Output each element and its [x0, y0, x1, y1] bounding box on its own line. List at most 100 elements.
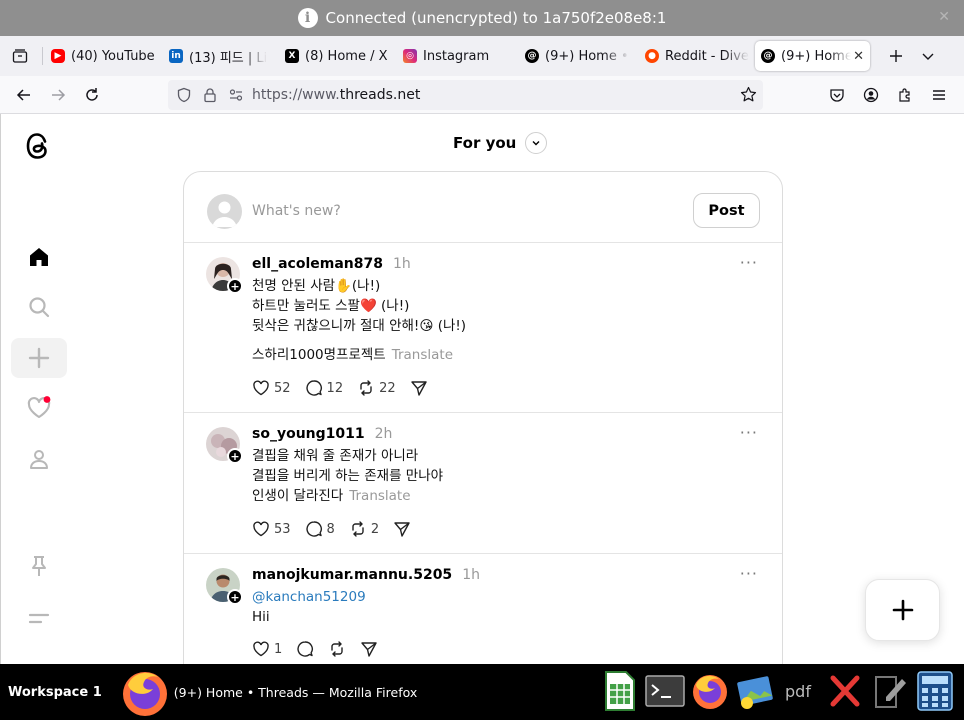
workspace-label[interactable]: Workspace 1: [8, 685, 102, 700]
list-all-tabs-button[interactable]: [912, 40, 944, 72]
shield-icon: [177, 87, 191, 103]
sidebar-item-home[interactable]: [11, 237, 67, 277]
floating-create-button[interactable]: [865, 579, 940, 641]
more-options-icon[interactable]: ···: [740, 564, 758, 583]
like-button[interactable]: 53: [252, 520, 291, 538]
repost-icon: [352, 521, 364, 537]
tab-linkedin[interactable]: in (13) 피드 | Li: [163, 41, 279, 71]
tab-threads[interactable]: @ (9+) Home •: [519, 41, 639, 71]
tab-threads-active[interactable]: @ (9+) Home ✕: [755, 41, 870, 71]
translate-link[interactable]: Translate: [392, 347, 453, 363]
feed-switcher[interactable]: For you: [453, 132, 548, 154]
repost-button[interactable]: [328, 640, 346, 658]
extensions-button[interactable]: [888, 78, 922, 112]
more-options-icon[interactable]: ···: [740, 253, 758, 272]
sidebar-item-create[interactable]: [11, 338, 67, 378]
threads-logo-icon: [26, 133, 47, 159]
svg-text:pdf: pdf: [785, 682, 811, 701]
firefox-app-icon[interactable]: [689, 667, 731, 715]
account-button[interactable]: [854, 78, 888, 112]
repost-button[interactable]: 22: [357, 379, 396, 397]
post-username[interactable]: manojkumar.mannu.5205 1h: [252, 567, 480, 583]
post-item: + so_young1011 2h ··· 결핍을 채워 줄 존재가 아니라 결핍…: [184, 413, 782, 554]
url-text: https://www.threads.net: [252, 87, 420, 103]
sidebar-item-pinned[interactable]: [11, 546, 67, 586]
post-line: 결핍을 버리게 하는 존재를 만나야: [252, 468, 444, 484]
composer: What's new? Post: [184, 172, 782, 243]
share-button[interactable]: [360, 640, 378, 658]
hamburger-icon: [933, 90, 945, 100]
profile-icon: [30, 450, 48, 469]
post-time: 1h: [462, 567, 480, 583]
more-options-icon[interactable]: ···: [740, 423, 758, 442]
translate-link[interactable]: Translate: [349, 488, 410, 504]
follow-plus-icon[interactable]: +: [227, 278, 243, 294]
post-button[interactable]: Post: [693, 193, 760, 228]
post-actions: 52 12 22: [252, 379, 442, 397]
repost-button[interactable]: 2: [349, 520, 379, 538]
sidebar-item-profile[interactable]: [11, 439, 67, 479]
reload-icon: [86, 87, 98, 101]
text-editor-app-icon[interactable]: [869, 667, 911, 715]
post-time: 2h: [374, 426, 393, 442]
tab-close-icon[interactable]: ✕: [853, 49, 864, 64]
notification-close-button[interactable]: ✕: [938, 9, 950, 25]
post-username[interactable]: so_young1011 2h: [252, 426, 392, 442]
sidebar-item-search[interactable]: [11, 287, 67, 327]
follow-plus-icon[interactable]: +: [227, 589, 243, 605]
tab-youtube[interactable]: ▶ (40) YouTube: [45, 41, 163, 71]
comment-button[interactable]: [296, 640, 314, 658]
username-text: ell_acoleman878: [252, 256, 383, 272]
post-actions: 1: [252, 640, 392, 658]
post-item: + ell_acoleman878 1h ··· 천명 안된 사람✋(나!) 하트…: [184, 243, 782, 413]
like-button[interactable]: 1: [252, 640, 282, 658]
forward-button[interactable]: [41, 78, 75, 112]
post-username[interactable]: ell_acoleman878 1h: [252, 256, 411, 272]
bookmark-star-button[interactable]: [740, 86, 757, 107]
chevron-down-icon[interactable]: [525, 132, 548, 154]
follow-plus-icon[interactable]: +: [227, 448, 243, 464]
active-window-title[interactable]: (9+) Home • Threads — Mozilla Firefox: [174, 685, 417, 700]
calculator-app-icon[interactable]: [914, 667, 956, 715]
pocket-button[interactable]: [820, 78, 854, 112]
like-button[interactable]: 52: [252, 379, 291, 397]
terminal-app-icon[interactable]: [644, 667, 686, 715]
navigation-toolbar: https://www.threads.net: [0, 76, 964, 114]
account-icon: [863, 87, 879, 103]
tab-x[interactable]: X (8) Home / X: [279, 41, 397, 71]
pdf-app-icon[interactable]: pdf: [779, 667, 821, 715]
threads-logo[interactable]: [23, 130, 53, 166]
toolbar-right: [820, 78, 956, 112]
new-tab-button[interactable]: [880, 40, 912, 72]
sidebar-item-more[interactable]: [11, 598, 67, 638]
firefox-taskbar-icon[interactable]: [120, 667, 170, 717]
like-count: 53: [274, 521, 291, 537]
post-body: 천명 안된 사람✋(나!) 하트만 눌러도 스팔❤️ (나!) 뒷삭은 귀찮으니…: [252, 276, 466, 365]
tab-bar: ▶ (40) YouTube in (13) 피드 | Li X (8) Hom…: [0, 36, 964, 76]
tab-overview-button[interactable]: [0, 36, 40, 76]
send-icon: [410, 381, 427, 396]
reload-button[interactable]: [75, 78, 109, 112]
share-button[interactable]: [410, 379, 428, 397]
comment-button[interactable]: 8: [305, 520, 335, 538]
comment-button[interactable]: 12: [305, 379, 343, 397]
back-button[interactable]: [7, 78, 41, 112]
menu-button[interactable]: [922, 78, 956, 112]
post-line: 천명 안된 사람✋(나!): [252, 278, 381, 294]
post-tag-line: 스하리1000명프로젝트: [252, 347, 386, 363]
comment-icon: [297, 641, 314, 657]
url-bar[interactable]: https://www.threads.net: [168, 80, 763, 110]
share-button[interactable]: [393, 520, 411, 538]
repost-icon: [360, 380, 372, 396]
spreadsheet-app-icon[interactable]: [599, 667, 641, 715]
mention-link[interactable]: @kanchan51209: [252, 587, 366, 607]
sidebar-item-activity[interactable]: [11, 388, 67, 428]
chevron-down-icon: [922, 53, 934, 60]
lock-icon: [204, 88, 216, 103]
xpdf-app-icon[interactable]: [824, 667, 866, 715]
tab-instagram[interactable]: ◎ Instagram: [397, 41, 519, 71]
image-viewer-app-icon[interactable]: [734, 667, 776, 715]
post-body: 결핍을 채워 줄 존재가 아니라 결핍을 버리게 하는 존재를 만나야 인생이 …: [252, 446, 443, 506]
tab-reddit[interactable]: ● Reddit - Dive: [639, 41, 755, 71]
composer-input[interactable]: What's new?: [252, 203, 341, 219]
